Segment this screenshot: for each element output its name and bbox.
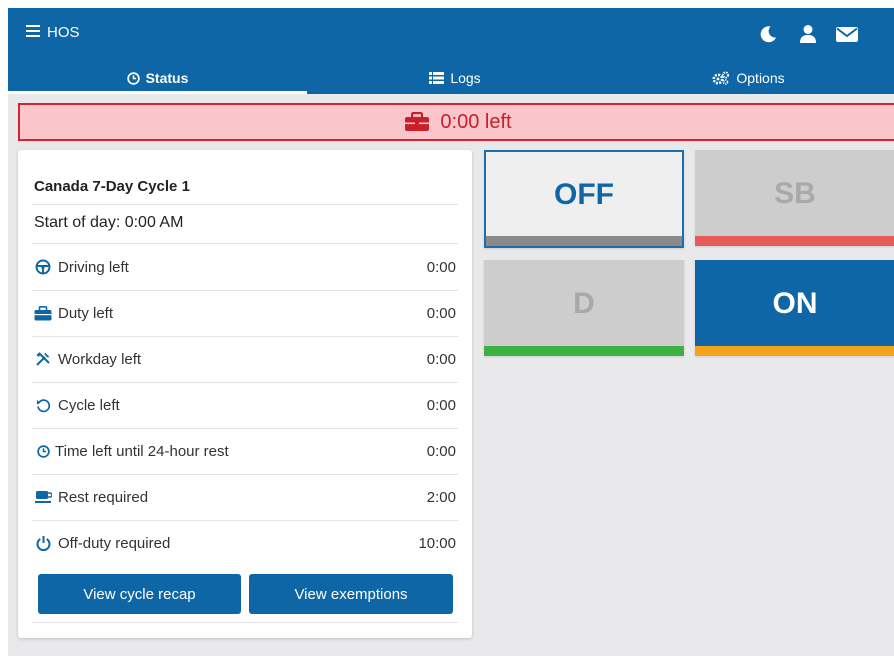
user-icon[interactable]: [799, 24, 817, 44]
tab-logs[interactable]: Logs: [307, 62, 603, 94]
status-sb-button[interactable]: SB: [695, 150, 894, 246]
row-label: Rest required: [58, 488, 149, 506]
row-label: Duty left: [58, 304, 114, 322]
time-left-alert: 0:00 left: [18, 103, 894, 141]
row-value: 10:00: [418, 534, 456, 552]
row-time-until-rest: Time left until 24-hour rest 0:00: [32, 428, 458, 474]
row-label: Workday left: [58, 350, 142, 368]
app-bar: HOS Status Logs Options: [8, 8, 894, 94]
row-duty-left: Duty left 0:00: [32, 290, 458, 336]
briefcase-icon: [405, 112, 430, 131]
tab-bar: Status Logs Options: [8, 62, 894, 94]
cogs-icon: [712, 71, 730, 85]
clock-icon: [34, 442, 52, 460]
row-value: 0:00: [426, 304, 456, 322]
row-value: 2:00: [426, 488, 456, 506]
row-label: Cycle left: [58, 396, 120, 414]
menu-icon[interactable]: [26, 25, 40, 37]
row-label: Time left until 24-hour rest: [55, 442, 229, 460]
briefcase-icon: [34, 304, 52, 322]
cycle-card: Canada 7-Day Cycle 1 Start of day: 0:00 …: [18, 150, 472, 638]
hos-app: HOS Status Logs Options 0:00 left Canada…: [8, 8, 894, 656]
start-of-day: Start of day: 0:00 AM: [34, 214, 184, 231]
status-d-button[interactable]: D: [484, 260, 684, 356]
moon-icon[interactable]: [758, 24, 778, 44]
status-off-bar: [486, 236, 682, 246]
row-value: 0:00: [426, 396, 456, 414]
clock-icon: [126, 71, 140, 85]
rotate-icon: [34, 396, 52, 414]
view-exemptions-button[interactable]: View exemptions: [249, 574, 453, 614]
row-cycle-left: Cycle left 0:00: [32, 382, 458, 428]
divider: [32, 204, 458, 205]
tab-status[interactable]: Status: [8, 62, 307, 94]
row-driving-left: Driving left 0:00: [32, 244, 458, 290]
coffee-icon: [34, 488, 52, 506]
row-label: Driving left: [58, 258, 129, 276]
tools-icon: [34, 350, 52, 368]
steering-wheel-icon: [34, 258, 52, 276]
status-d-label: D: [573, 287, 595, 320]
tab-logs-label: Logs: [450, 70, 481, 86]
tab-status-label: Status: [145, 70, 189, 86]
alert-text: 0:00 left: [440, 110, 512, 133]
row-rest-required: Rest required 2:00: [32, 474, 458, 520]
status-sb-label: SB: [774, 177, 816, 210]
status-on-bar: [695, 346, 894, 356]
divider: [32, 622, 458, 623]
status-sb-bar: [695, 236, 894, 246]
status-off-label: OFF: [554, 178, 614, 211]
row-value: 0:00: [426, 258, 456, 276]
power-icon: [34, 534, 52, 552]
row-value: 0:00: [426, 350, 456, 368]
status-on-button[interactable]: ON: [695, 260, 894, 356]
cycle-title: Canada 7-Day Cycle 1: [34, 178, 190, 195]
envelope-icon[interactable]: [835, 24, 859, 44]
row-workday-left: Workday left 0:00: [32, 336, 458, 382]
active-tab-indicator: [8, 91, 307, 94]
tab-options[interactable]: Options: [603, 62, 894, 94]
app-title: HOS: [47, 24, 80, 41]
status-on-label: ON: [772, 287, 818, 320]
row-label: Off-duty required: [58, 534, 171, 552]
status-d-bar: [484, 346, 684, 356]
view-cycle-recap-button[interactable]: View cycle recap: [38, 574, 241, 614]
status-off-button[interactable]: OFF: [484, 150, 684, 248]
row-value: 0:00: [426, 442, 456, 460]
row-off-duty-required: Off-duty required 10:00: [32, 520, 458, 566]
list-icon: [429, 72, 445, 84]
tab-options-label: Options: [736, 70, 785, 86]
